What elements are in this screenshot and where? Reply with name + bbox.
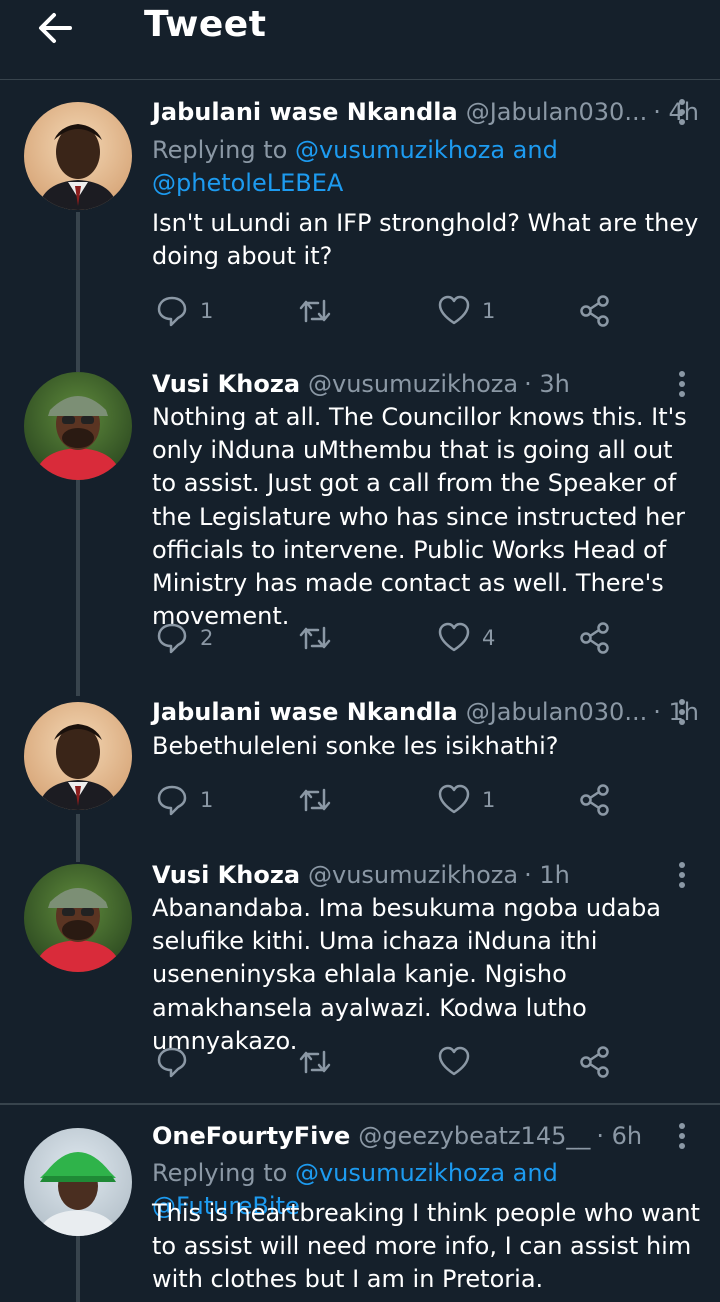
tweet-text: This is heartbreaking I think people who…	[152, 1199, 700, 1294]
tweet-header: Vusi Khoza @vusumuzikhoza · 1h	[152, 857, 712, 893]
reply-button[interactable]: 1	[156, 291, 213, 331]
share-button[interactable]	[578, 618, 612, 658]
share-icon	[580, 1046, 609, 1078]
like-count: 4	[482, 626, 496, 650]
user-handle[interactable]: @Jabulan030...	[466, 698, 648, 726]
replying-to-label: Replying to	[152, 1159, 295, 1187]
share-icon	[580, 784, 609, 816]
user-handle[interactable]: @vusumuzikhoza	[308, 861, 518, 889]
like-button[interactable]	[438, 1042, 482, 1082]
display-name[interactable]: OneFourtyFive	[152, 1122, 350, 1150]
reply-count: 1	[200, 788, 214, 812]
back-button[interactable]	[34, 8, 78, 48]
more-options-icon	[679, 99, 685, 105]
tweet-actions: 1 1	[152, 780, 632, 820]
display-name[interactable]: Vusi Khoza	[152, 861, 300, 889]
tweet-header: Jabulani wase Nkandla @Jabulan030... · 4…	[152, 94, 712, 130]
mention-link[interactable]: @phetoleLEBEA	[152, 169, 343, 197]
avatar[interactable]	[24, 864, 132, 972]
page-title: Tweet	[144, 4, 267, 45]
reply-icon	[157, 623, 187, 654]
more-options-icon	[679, 862, 685, 868]
thread-line	[76, 212, 80, 372]
avatar[interactable]	[24, 102, 132, 210]
user-handle[interactable]: @vusumuzikhoza	[308, 370, 518, 398]
tweet-header: Vusi Khoza @vusumuzikhoza · 3h	[152, 366, 712, 402]
reply-icon	[157, 1047, 187, 1078]
like-button[interactable]: 1	[438, 780, 495, 820]
tweet-actions: 1 1	[152, 291, 632, 331]
retweet-icon	[299, 626, 331, 650]
more-options-button[interactable]	[672, 695, 692, 729]
thread-line	[76, 1236, 80, 1302]
tweet-text: Isn't uLundi an IFP stronghold? What are…	[152, 209, 699, 271]
like-count: 1	[482, 299, 496, 323]
tweet-actions	[152, 1042, 632, 1082]
tweet-header: Jabulani wase Nkandla @Jabulan030... · 1…	[152, 694, 712, 730]
timestamp[interactable]: · 3h	[524, 370, 570, 398]
avatar[interactable]	[24, 702, 132, 810]
heart-icon	[438, 295, 470, 325]
heart-icon	[438, 784, 470, 814]
retweet-icon	[299, 788, 331, 812]
tweet-text: Nothing at all. The Councillor knows thi…	[152, 403, 687, 631]
user-handle[interactable]: @Jabulan030...	[466, 98, 648, 126]
more-options-icon	[679, 699, 685, 705]
reply-count: 1	[200, 299, 214, 323]
share-icon	[580, 295, 609, 327]
replying-to-label: Replying to	[152, 136, 295, 164]
retweet-button[interactable]	[298, 291, 344, 331]
retweet-button[interactable]	[298, 780, 344, 820]
more-options-button[interactable]	[672, 95, 692, 129]
user-handle[interactable]: @geezybeatz145__	[358, 1122, 590, 1150]
top-bar: Tweet	[0, 0, 720, 80]
more-options-button[interactable]	[672, 367, 692, 401]
retweet-icon	[299, 1050, 331, 1074]
thread-divider	[0, 1103, 720, 1105]
share-icon	[580, 622, 609, 654]
mention-link[interactable]: @vusumuzikhoza and	[295, 136, 558, 164]
retweet-icon	[299, 299, 331, 323]
reply-button[interactable]: 2	[156, 618, 213, 658]
heart-icon	[438, 1046, 470, 1076]
thread-line	[76, 814, 80, 862]
share-button[interactable]	[578, 780, 612, 820]
avatar[interactable]	[24, 1128, 132, 1236]
arrow-left-icon	[39, 13, 72, 43]
more-options-button[interactable]	[672, 858, 692, 892]
reply-icon	[157, 785, 187, 816]
display-name[interactable]: Jabulani wase Nkandla	[152, 98, 458, 126]
reply-count: 2	[200, 626, 214, 650]
tweet-text: Abanandaba. Ima besukuma ngoba udaba sel…	[152, 894, 662, 1055]
tweet-text: Bebethuleleni sonke les isikhathi?	[152, 732, 559, 760]
thread-line	[76, 480, 80, 696]
share-button[interactable]	[578, 291, 612, 331]
reply-button[interactable]	[156, 1042, 200, 1082]
heart-icon	[438, 622, 470, 652]
replying-to: Replying to @vusumuzikhoza and @phetoleL…	[152, 134, 702, 200]
retweet-button[interactable]	[298, 618, 344, 658]
more-options-icon	[679, 1123, 685, 1129]
share-button[interactable]	[578, 1042, 612, 1082]
display-name[interactable]: Vusi Khoza	[152, 370, 300, 398]
tweet-actions: 2 4	[152, 618, 632, 658]
like-button[interactable]: 1	[438, 291, 495, 331]
avatar[interactable]	[24, 372, 132, 480]
reply-button[interactable]: 1	[156, 780, 213, 820]
like-button[interactable]: 4	[438, 618, 495, 658]
timestamp[interactable]: · 6h	[596, 1122, 642, 1150]
tweet-header: OneFourtyFive @geezybeatz145__ · 6h	[152, 1118, 712, 1154]
timestamp[interactable]: · 1h	[524, 861, 570, 889]
display-name[interactable]: Jabulani wase Nkandla	[152, 698, 458, 726]
like-count: 1	[482, 788, 496, 812]
more-options-button[interactable]	[672, 1119, 692, 1153]
more-options-icon	[679, 371, 685, 377]
retweet-button[interactable]	[298, 1042, 344, 1082]
reply-icon	[157, 296, 187, 327]
